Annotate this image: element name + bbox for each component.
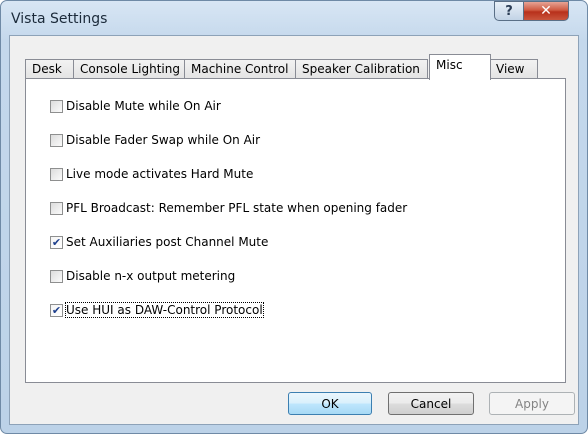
close-button[interactable]: ✕ — [523, 1, 569, 21]
option-label: Set Auxiliaries post Channel Mute — [66, 235, 269, 249]
ok-button[interactable]: OK — [288, 392, 372, 415]
option-use-hui[interactable]: ✔ Use HUI as DAW-Control Protocol — [50, 301, 264, 319]
settings-window: Vista Settings ? ✕ Desk Console Lighting… — [0, 0, 588, 434]
option-disable-fader-swap[interactable]: Disable Fader Swap while On Air — [50, 131, 260, 149]
option-label: Disable Mute while On Air — [66, 99, 221, 113]
option-aux-post-mute[interactable]: ✔ Set Auxiliaries post Channel Mute — [50, 233, 268, 251]
tab-desk[interactable]: Desk — [25, 59, 74, 79]
tab-speaker-calibration[interactable]: Speaker Calibration — [295, 59, 428, 79]
tab-misc[interactable]: Misc — [429, 54, 491, 80]
checkbox[interactable] — [50, 133, 63, 147]
cancel-button[interactable]: Cancel — [388, 392, 474, 415]
option-pfl-broadcast[interactable]: PFL Broadcast: Remember PFL state when o… — [50, 199, 407, 217]
checkbox[interactable] — [50, 167, 63, 181]
option-disable-nx-metering[interactable]: Disable n-x output metering — [50, 267, 235, 285]
help-button[interactable]: ? — [494, 1, 524, 21]
checkbox[interactable] — [50, 269, 63, 283]
apply-button[interactable]: Apply — [489, 392, 575, 415]
checkbox[interactable]: ✔ — [50, 303, 63, 317]
misc-panel: Disable Mute while On Air Disable Fader … — [25, 78, 566, 383]
tab-view[interactable]: View — [489, 59, 538, 79]
checkbox[interactable]: ✔ — [50, 235, 63, 249]
tab-console-lighting[interactable]: Console Lighting — [73, 59, 185, 79]
option-label: Disable Fader Swap while On Air — [66, 133, 261, 147]
option-live-mode-hard-mute[interactable]: Live mode activates Hard Mute — [50, 165, 253, 183]
option-disable-mute-on-air[interactable]: Disable Mute while On Air — [50, 97, 221, 115]
option-label: Live mode activates Hard Mute — [66, 167, 254, 181]
option-label: Disable n-x output metering — [66, 269, 236, 283]
tab-machine-control[interactable]: Machine Control — [184, 59, 296, 79]
option-label: PFL Broadcast: Remember PFL state when o… — [66, 201, 408, 215]
title-bar[interactable]: Vista Settings ? ✕ — [1, 1, 587, 35]
checkbox[interactable] — [50, 99, 63, 113]
checkbox[interactable] — [50, 201, 63, 215]
window-title: Vista Settings — [11, 11, 108, 27]
option-label: Use HUI as DAW-Control Protocol — [65, 302, 264, 318]
